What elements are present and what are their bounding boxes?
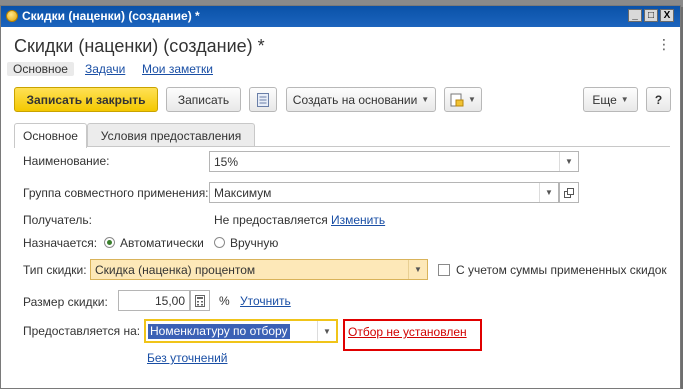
- create-based-on-button[interactable]: Создать на основании ▼: [286, 87, 436, 112]
- minimize-button[interactable]: _: [628, 9, 642, 22]
- chevron-down-icon: ▼: [468, 95, 476, 104]
- more-button[interactable]: Еще ▼: [583, 87, 638, 112]
- group-field[interactable]: Максимум ▼: [209, 182, 559, 203]
- size-refine-link[interactable]: Уточнить: [240, 294, 291, 308]
- document-window: Скидки (наценки) (создание) * _ □ X Скид…: [0, 5, 681, 389]
- open-icon-button[interactable]: [559, 182, 579, 203]
- radio-manual-label[interactable]: Вручную: [230, 236, 278, 250]
- help-button[interactable]: ?: [646, 87, 671, 112]
- chevron-down-icon[interactable]: ▼: [559, 152, 578, 171]
- open-window-icon: [564, 187, 574, 198]
- maximize-button[interactable]: □: [644, 9, 658, 22]
- no-refine-link[interactable]: Без уточнений: [147, 351, 227, 365]
- tab-conditions[interactable]: Условия предоставления: [87, 123, 255, 147]
- document-list-icon: [257, 92, 269, 107]
- nav-notes[interactable]: Мои заметки: [142, 62, 213, 76]
- name-value: 15%: [214, 155, 239, 169]
- radio-automatic-label[interactable]: Автоматически: [120, 236, 204, 250]
- more-label: Еще: [592, 92, 617, 107]
- save-button[interactable]: Записать: [166, 87, 241, 112]
- provided-label: Предоставляется на:: [23, 324, 141, 338]
- create-based-on-label: Создать на основании: [292, 92, 418, 107]
- page-title: Скидки (наценки) (создание) *: [14, 36, 265, 56]
- chevron-down-icon: ▼: [620, 95, 629, 104]
- close-button[interactable]: X: [660, 9, 674, 22]
- consider-sum-checkbox[interactable]: [438, 264, 450, 276]
- consider-sum-label[interactable]: С учетом суммы примененных скидок: [456, 263, 667, 277]
- calculator-button[interactable]: [190, 290, 210, 311]
- recipient-label: Получатель:: [23, 213, 92, 227]
- tab-bar: Основное Условия предоставления: [14, 123, 670, 148]
- calculator-icon: [195, 294, 205, 307]
- group-value: Максимум: [214, 186, 272, 200]
- name-label: Наименование:: [23, 154, 110, 168]
- nav-tasks[interactable]: Задачи: [85, 62, 125, 76]
- print-menu-button[interactable]: ▼: [444, 87, 482, 112]
- radio-manual[interactable]: [214, 237, 225, 248]
- group-label: Группа совместного применения:: [23, 186, 209, 200]
- nav-main[interactable]: Основное: [7, 62, 74, 76]
- type-field[interactable]: Скидка (наценка) процентом ▼: [90, 259, 428, 280]
- chevron-down-icon: ▼: [421, 95, 430, 104]
- name-field[interactable]: 15% ▼: [209, 151, 579, 172]
- filter-status-link[interactable]: Отбор не установлен: [348, 325, 467, 339]
- save-and-close-button[interactable]: Записать и закрыть: [14, 87, 158, 112]
- recipient-change-link[interactable]: Изменить: [331, 213, 385, 227]
- size-label: Размер скидки:: [23, 295, 108, 309]
- more-vertical-icon[interactable]: ⋮: [657, 37, 671, 51]
- size-unit: %: [219, 294, 230, 308]
- list-icon-button[interactable]: [249, 87, 277, 112]
- recipient-value: Не предоставляется: [214, 213, 328, 227]
- chevron-down-icon[interactable]: ▼: [408, 260, 427, 279]
- report-icon: [450, 93, 464, 106]
- size-value: 15,00: [154, 294, 185, 308]
- provided-field[interactable]: Номенклатуру по отбору ▼: [144, 319, 338, 343]
- tab-main[interactable]: Основное: [14, 123, 87, 148]
- window-title: Скидки (наценки) (создание) *: [22, 9, 200, 23]
- radio-automatic[interactable]: [104, 237, 115, 248]
- assigned-label: Назначается:: [23, 236, 98, 250]
- filter-alert-box: Отбор не установлен: [343, 319, 482, 351]
- chevron-down-icon[interactable]: ▼: [539, 183, 558, 202]
- app-icon: [6, 10, 18, 22]
- window-titlebar[interactable]: Скидки (наценки) (создание) * _ □ X: [1, 6, 680, 27]
- provided-value: Номенклатуру по отбору: [148, 324, 290, 339]
- chevron-down-icon[interactable]: ▼: [317, 321, 336, 341]
- type-value: Скидка (наценка) процентом: [95, 263, 256, 277]
- type-label: Тип скидки:: [23, 263, 87, 277]
- size-field[interactable]: 15,00: [118, 290, 190, 311]
